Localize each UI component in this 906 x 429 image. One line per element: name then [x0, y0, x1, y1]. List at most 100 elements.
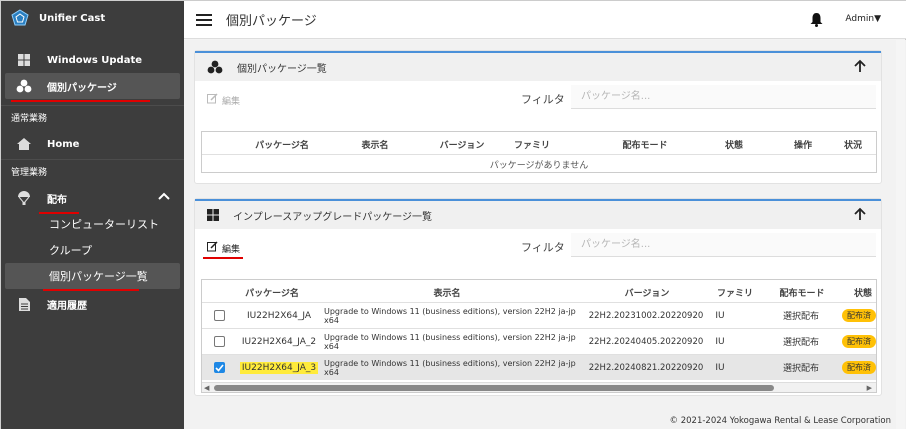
row-checkbox-checked[interactable]: [213, 362, 225, 373]
brand[interactable]: Unifier Cast: [1, 1, 184, 35]
sidebar-sub-package-list[interactable]: 個別パッケージ一覧: [5, 263, 180, 291]
upgrade-package-table: パッケージ名 表示名 バージョン ファミリ 配布モード 状態 IU22H2X64…: [201, 279, 877, 393]
cell-display: Upgrade to Windows 11 (business editions…: [324, 306, 576, 325]
column-header[interactable]: 表示名: [350, 136, 400, 152]
cell-version: 22H2.20231002.20220920: [588, 310, 704, 321]
status-badge: 配布済: [842, 361, 876, 374]
status-badge: 配布済: [842, 335, 876, 348]
scrollbar-thumb[interactable]: [214, 385, 774, 391]
windows-icon: [15, 54, 33, 66]
cell-family: IU: [715, 362, 725, 373]
sidebar-item-label: Home: [47, 138, 80, 150]
column-header[interactable]: バージョン: [612, 284, 682, 300]
user-menu[interactable]: Admin▼: [845, 14, 881, 24]
sidebar-sub-group[interactable]: クループ: [5, 237, 180, 263]
filter-input[interactable]: [571, 85, 876, 109]
edit-icon: [207, 241, 218, 255]
column-header[interactable]: ファミリ: [710, 284, 760, 300]
cell-mode: 選択配布: [782, 312, 819, 322]
red-underline-annotation: [11, 100, 150, 102]
sidebar-item-windows-update[interactable]: Windows Update: [5, 47, 180, 73]
footer-copyright: © 2021-2024 Yokogawa Rental & Lease Corp…: [669, 416, 891, 426]
cell-family: IU: [715, 310, 725, 321]
toolbar: 編集 フィルタ: [195, 229, 881, 265]
horizontal-scrollbar[interactable]: ◀ ▶: [202, 382, 876, 392]
column-header[interactable]: 配布モード: [610, 136, 680, 152]
column-header[interactable]: 状況: [838, 136, 868, 152]
column-header[interactable]: 状態: [714, 136, 754, 152]
windows-icon: [207, 209, 219, 221]
filter-label: フィルタ: [521, 241, 565, 254]
column-header[interactable]: 状態: [848, 284, 876, 300]
sidebar-sub-computer-list[interactable]: コンピューターリスト: [5, 211, 180, 237]
cell-version: 22H2.20240405.20220920: [588, 336, 704, 347]
column-header[interactable]: 表示名: [412, 284, 482, 300]
cell-name: IU22H2X64_JA_3: [234, 355, 324, 380]
cell-mode: 選択配布: [782, 338, 819, 348]
package-table: パッケージ名 表示名 バージョン ファミリ 配布モード 状態 操作 状況 パッケ…: [201, 131, 877, 173]
packages-icon: [207, 60, 223, 74]
row-checkbox[interactable]: [213, 336, 225, 347]
scroll-right-icon[interactable]: ▶: [867, 384, 872, 392]
edit-button[interactable]: 編集: [207, 241, 240, 255]
highlighted-name: IU22H2X64_JA_3: [239, 361, 319, 374]
cell-mode: 選択配布: [782, 364, 819, 374]
cell-name: IU22H2X64_JA_2: [241, 336, 317, 347]
table-row[interactable]: IU22H2X64_JA_2 Upgrade to Windows 11 (bu…: [202, 329, 876, 354]
card-header: 個別パッケージ一覧: [195, 51, 881, 81]
sidebar-item-label: 配布: [47, 194, 67, 206]
row-checkbox-cell[interactable]: [210, 355, 228, 380]
filter-input[interactable]: [571, 233, 876, 257]
row-checkbox-cell[interactable]: [210, 329, 228, 354]
table-row-selected[interactable]: IU22H2X64_JA_3 Upgrade to Windows 11 (bu…: [202, 355, 876, 380]
cell-display: Upgrade to Windows 11 (business editions…: [324, 358, 576, 377]
upgrade-package-list-card: インプレースアップグレードパッケージ一覧 編集 フィルタ パッケージ名 表: [194, 198, 882, 396]
cell-version: 22H2.20240821.20220920: [588, 362, 704, 373]
cell-family: IU: [715, 336, 725, 347]
document-icon: [15, 297, 33, 311]
cell-name: IU22H2X64_JA: [247, 310, 311, 321]
column-header[interactable]: パッケージ名: [242, 284, 302, 300]
arrow-up-icon[interactable]: [853, 207, 867, 224]
red-underline-annotation: [39, 212, 79, 214]
sidebar-item-distribution[interactable]: 配布: [5, 185, 180, 214]
hamburger-menu-icon[interactable]: [196, 13, 212, 26]
row-checkbox-cell[interactable]: [210, 303, 228, 328]
scroll-left-icon[interactable]: ◀: [204, 384, 209, 392]
edit-label: 編集: [222, 244, 241, 255]
column-header[interactable]: 配布モード: [772, 284, 832, 300]
sidebar: Unifier Cast Windows Update 個別パッケージ 通常業務…: [1, 1, 184, 429]
package-list-card: 個別パッケージ一覧 編集 フィルタ パッケージ名 表示名 バージョン: [194, 50, 882, 184]
bell-icon[interactable]: [810, 13, 823, 30]
table-row[interactable]: IU22H2X64_JA Upgrade to Windows 11 (busi…: [202, 303, 876, 328]
chevron-up-icon[interactable]: [158, 192, 170, 203]
column-header[interactable]: パッケージ名: [252, 136, 312, 152]
section-label-admin: 管理業務: [1, 159, 184, 183]
main-content: 個別パッケージ一覧 編集 フィルタ パッケージ名 表示名 バージョン: [184, 40, 906, 429]
column-header[interactable]: バージョン: [432, 136, 492, 152]
card-title: 個別パッケージ一覧: [237, 63, 327, 75]
row-checkbox[interactable]: [213, 310, 225, 321]
cell-status: 配布済: [842, 355, 876, 380]
column-header[interactable]: ファミリ: [502, 136, 562, 152]
parachute-icon: [15, 191, 33, 205]
page-title: 個別パッケージ: [226, 14, 317, 29]
column-header[interactable]: 操作: [788, 136, 818, 152]
section-label-ops: 通常業務: [1, 105, 184, 129]
top-bar: 個別パッケージ Admin▼: [184, 1, 906, 39]
sidebar-item-individual-package[interactable]: 個別パッケージ: [5, 73, 180, 102]
edit-icon: [207, 93, 218, 107]
app-name: Unifier Cast: [39, 12, 106, 24]
red-underline-annotation: [203, 257, 243, 259]
sidebar-item-home[interactable]: Home: [5, 131, 180, 157]
packages-icon: [15, 79, 33, 93]
check-icon: [214, 363, 224, 372]
cell-display: Upgrade to Windows 11 (business editions…: [324, 332, 576, 351]
arrow-up-icon[interactable]: [853, 59, 867, 76]
vertical-scrollbar[interactable]: [896, 40, 905, 429]
edit-label: 編集: [222, 96, 241, 107]
edit-button-disabled[interactable]: 編集: [207, 93, 240, 107]
sidebar-item-history[interactable]: 適用履歴: [5, 291, 180, 317]
filter-label: フィルタ: [521, 93, 565, 106]
sidebar-item-label: 個別パッケージ: [47, 82, 117, 94]
